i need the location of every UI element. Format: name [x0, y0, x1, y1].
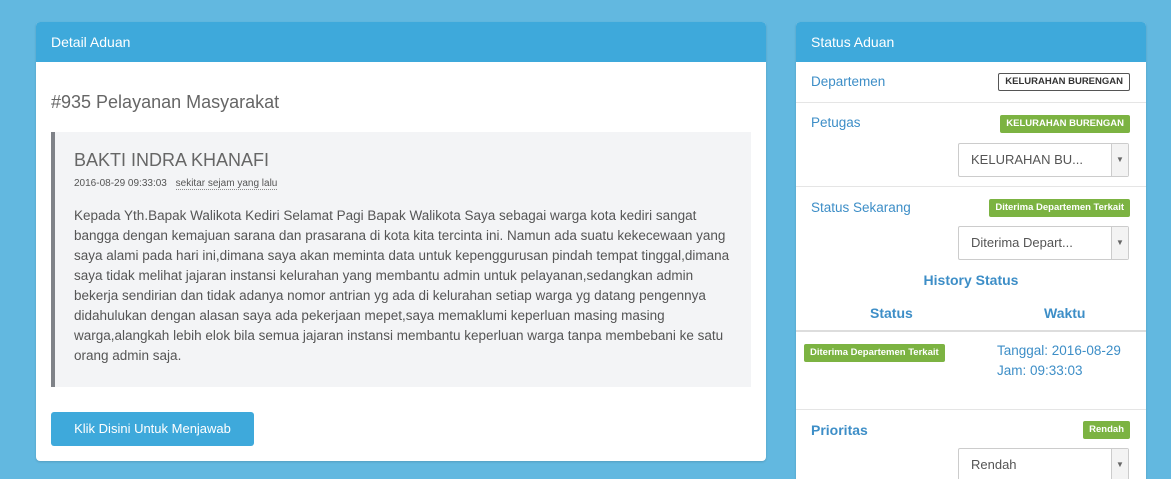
status-select-value: Diterima Depart... [971, 235, 1073, 250]
reply-button[interactable]: Klik Disini Untuk Menjawab [51, 412, 254, 446]
departemen-label: Departemen [811, 74, 886, 89]
status-aduan-panel: Status Aduan Departemen KELURAHAN BURENG… [796, 22, 1146, 479]
history-header-divider [796, 330, 1146, 332]
prioritas-badge: Rendah [1083, 421, 1130, 439]
petugas-select-value: KELURAHAN BU... [971, 152, 1083, 167]
complaint-quote: BAKTI INDRA KHANAFI 2016-08-29 09:33:03 … [51, 132, 751, 387]
complaint-datetime: 2016-08-29 09:33:03 [74, 178, 167, 189]
departemen-badge: KELURAHAN BURENGAN [998, 73, 1130, 91]
history-date: Tanggal: 2016-08-29 [997, 343, 1121, 358]
prioritas-label: Prioritas [811, 422, 868, 438]
petugas-badge: KELURAHAN BURENGAN [1000, 115, 1130, 133]
complaint-relative-time: sekitar sejam yang lalu [175, 178, 278, 190]
status-badge: Diterima Departemen Terkait [989, 199, 1130, 217]
status-select[interactable]: Diterima Depart... ▼ [958, 226, 1129, 260]
history-clock: Jam: 09:33:03 [997, 363, 1083, 378]
detail-panel-heading: Detail Aduan [36, 22, 766, 62]
history-time: Tanggal: 2016-08-29 Jam: 09:33:03 [997, 341, 1121, 381]
history-col-status: Status [870, 305, 913, 321]
divider [796, 102, 1146, 103]
prioritas-select[interactable]: Rendah ▼ [958, 448, 1129, 479]
history-status-badge: Diterima Departemen Terkait [804, 344, 945, 362]
prioritas-select-value: Rendah [971, 457, 1017, 472]
petugas-select[interactable]: KELURAHAN BU... ▼ [958, 143, 1129, 177]
history-status-title: History Status [923, 272, 1019, 288]
detail-aduan-panel: Detail Aduan #935 Pelayanan Masyarakat B… [36, 22, 766, 461]
complaint-body: Kepada Yth.Bapak Walikota Kediri Selamat… [74, 208, 730, 363]
status-sekarang-label: Status Sekarang [811, 200, 911, 215]
complaint-meta: 2016-08-29 09:33:03 sekitar sejam yang l… [74, 178, 731, 190]
divider [796, 409, 1146, 410]
status-panel-heading: Status Aduan [796, 22, 1146, 62]
chevron-down-icon: ▼ [1111, 144, 1128, 176]
petugas-label: Petugas [811, 115, 861, 130]
chevron-down-icon: ▼ [1111, 449, 1128, 479]
chevron-down-icon: ▼ [1111, 227, 1128, 259]
complaint-title: #935 Pelayanan Masyarakat [51, 92, 280, 112]
history-col-time: Waktu [1044, 305, 1086, 321]
divider [796, 186, 1146, 187]
complaint-author: BAKTI INDRA KHANAFI [74, 150, 270, 170]
